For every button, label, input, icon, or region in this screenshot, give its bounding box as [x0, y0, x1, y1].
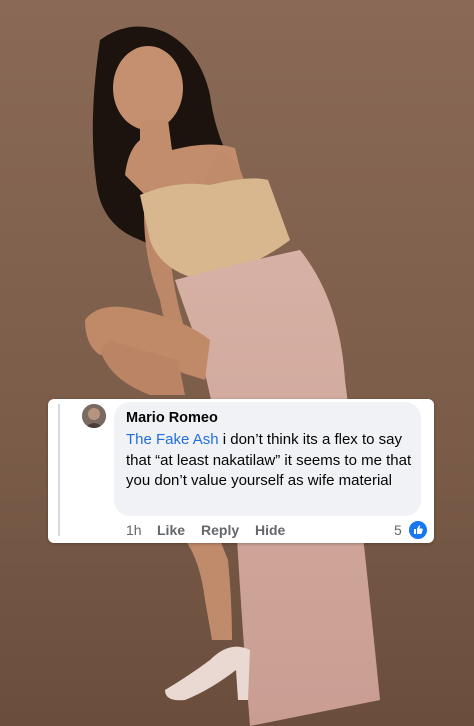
mention-link[interactable]: The Fake Ash [126, 431, 219, 448]
comment-time[interactable]: 1h [126, 522, 142, 538]
thumbs-up-icon [408, 520, 428, 540]
hide-button[interactable]: Hide [255, 522, 285, 538]
background-photo [0, 0, 474, 726]
like-button[interactable]: Like [157, 522, 185, 538]
avatar[interactable] [82, 404, 106, 428]
avatar-image [82, 404, 106, 428]
like-count: 5 [394, 522, 402, 538]
thread-line [58, 404, 60, 536]
comment-text: The Fake Ash i don’t think its a flex to… [126, 430, 416, 492]
reply-button[interactable]: Reply [201, 522, 239, 538]
comment-author[interactable]: Mario Romeo [126, 410, 218, 426]
